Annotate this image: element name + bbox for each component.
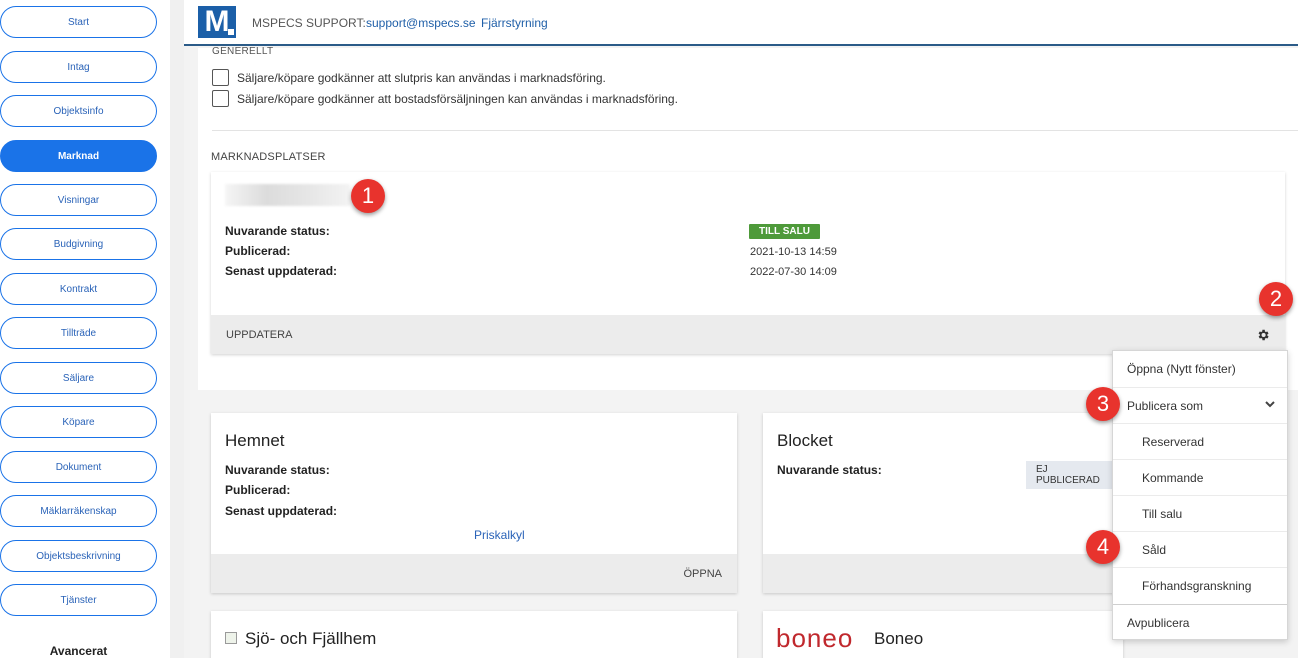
sidebar-advanced-heading: Avancerat <box>49 644 108 658</box>
support-label: MSPECS SUPPORT: <box>252 16 366 30</box>
annotation-marker-4: 4 <box>1086 530 1120 564</box>
hemnet-published-label: Publicerad: <box>225 483 291 497</box>
menu-publish-as-label: Publicera som <box>1127 398 1204 413</box>
marketplaces-section-title: MARKNADSPLATSER <box>211 151 326 163</box>
blocket-status-label: Nuvarande status: <box>777 463 882 477</box>
menu-unpublish[interactable]: Avpublicera <box>1113 604 1287 640</box>
status-badge: TILL SALU <box>749 224 820 239</box>
marketplace-card-blocket: Blocket Nuvarande status: EJ PUBLICERAD <box>763 413 1123 593</box>
hemnet-open-button[interactable]: ÖPPNA <box>683 568 722 580</box>
chevron-down-icon <box>1265 401 1275 408</box>
annotation-marker-3: 3 <box>1086 387 1120 421</box>
hemnet-footer: ÖPPNA <box>211 554 737 593</box>
sidebar-item-budgivning[interactable]: Budgivning <box>0 228 157 260</box>
sidebar-item-kontrakt[interactable]: Kontrakt <box>0 273 157 305</box>
support-email-link[interactable]: support@mspecs.se <box>366 16 476 30</box>
sidebar-item-objektsbeskrivning[interactable]: Objektsbeskrivning <box>0 540 157 572</box>
sidebar-gutter <box>170 0 184 658</box>
sidebar-item-dokument[interactable]: Dokument <box>0 451 157 483</box>
gear-dropdown-menu: Öppna (Nytt fönster) Publicera som Reser… <box>1112 350 1288 640</box>
sidebar: Start Intag Objektsinfo Marknad Visninga… <box>0 0 170 658</box>
hemnet-title: Hemnet <box>225 431 285 450</box>
consent-final-price-label: Säljare/köpare godkänner att slutpris ka… <box>237 70 606 85</box>
menu-publish-as[interactable]: Publicera som <box>1113 387 1287 423</box>
main-panel: GENERELLT Säljare/köpare godkänner att s… <box>198 46 1298 390</box>
blocket-footer <box>763 554 1123 593</box>
boneo-logo: boneo <box>776 623 854 653</box>
marketplace-card-boneo: boneo Boneo <box>763 611 1123 658</box>
consent-sale-checkbox[interactable] <box>212 90 229 107</box>
gear-icon[interactable] <box>1256 328 1270 342</box>
sidebar-item-start[interactable]: Start <box>0 6 157 38</box>
hemnet-status-label: Nuvarande status: <box>225 463 330 477</box>
consent-final-price-row: Säljare/köpare godkänner att slutpris ka… <box>212 69 606 86</box>
updated-value: 2022-07-30 14:09 <box>750 266 837 278</box>
published-value: 2021-10-13 14:59 <box>750 246 837 258</box>
menu-option-till-salu[interactable]: Till salu <box>1113 495 1287 531</box>
logo-letter: M <box>204 5 230 38</box>
update-button[interactable]: UPPDATERA <box>226 329 292 341</box>
status-label: Nuvarande status: <box>225 224 330 238</box>
card-footer: UPPDATERA <box>211 315 1285 354</box>
sidebar-item-marknad[interactable]: Marknad <box>0 140 157 172</box>
general-section-title: GENERELLT <box>212 46 274 57</box>
boneo-title: Boneo <box>874 629 924 648</box>
menu-option-reserverad[interactable]: Reserverad <box>1113 423 1287 459</box>
sidebar-item-visningar[interactable]: Visningar <box>0 184 157 216</box>
menu-option-forhandsgranskning[interactable]: Förhandsgranskning <box>1113 567 1287 603</box>
mspecs-logo[interactable]: M <box>198 5 236 38</box>
price-calc-link[interactable]: Priskalkyl <box>474 528 525 542</box>
marketplace-card-sjo: Sjö- och Fjällhem <box>211 611 737 658</box>
blurred-marketplace-name <box>225 184 350 206</box>
published-label: Publicerad: <box>225 244 291 258</box>
broken-image-icon <box>225 632 237 644</box>
sidebar-item-intag[interactable]: Intag <box>0 51 157 83</box>
sidebar-item-objektsinfo[interactable]: Objektsinfo <box>0 95 157 127</box>
consent-final-price-checkbox[interactable] <box>212 69 229 86</box>
menu-option-kommande[interactable]: Kommande <box>1113 459 1287 495</box>
consent-sale-row: Säljare/köpare godkänner att bostadsförs… <box>212 90 678 107</box>
top-header: M MSPECS SUPPORT: support@mspecs.se Fjär… <box>184 0 1298 46</box>
blocket-title: Blocket <box>777 431 833 450</box>
blocket-status-badge: EJ PUBLICERAD <box>1026 461 1123 489</box>
logo-dot <box>228 29 234 35</box>
updated-label: Senast uppdaterad: <box>225 264 338 278</box>
remote-control-link[interactable]: Fjärrstyrning <box>481 16 548 30</box>
sidebar-item-maklarrakenskap[interactable]: Mäklarräkenskap <box>0 495 157 527</box>
sidebar-item-kopare[interactable]: Köpare <box>0 406 157 438</box>
sidebar-item-tjanster[interactable]: Tjänster <box>0 584 157 616</box>
consent-sale-label: Säljare/köpare godkänner att bostadsförs… <box>237 91 678 106</box>
annotation-marker-1: 1 <box>351 179 385 213</box>
menu-option-sald[interactable]: Såld <box>1113 531 1287 567</box>
annotation-marker-2: 2 <box>1259 282 1293 316</box>
section-divider <box>212 130 1298 131</box>
menu-open-new-window[interactable]: Öppna (Nytt fönster) <box>1113 351 1287 387</box>
sidebar-item-tilltrade[interactable]: Tillträde <box>0 317 157 349</box>
sjo-title: Sjö- och Fjällhem <box>245 629 377 648</box>
marketplace-card-hemnet: Hemnet Nuvarande status: Publicerad: Sen… <box>211 413 737 593</box>
hemnet-updated-label: Senast uppdaterad: <box>225 504 338 518</box>
sidebar-item-saljare[interactable]: Säljare <box>0 362 157 394</box>
